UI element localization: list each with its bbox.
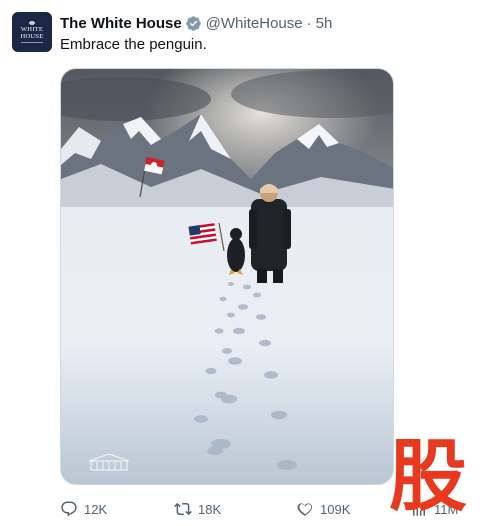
repost-icon — [174, 502, 192, 516]
reply-count: 12K — [84, 501, 108, 517]
timestamp[interactable]: 5h — [316, 15, 333, 32]
avatar[interactable]: WHITE HOUSE — [12, 12, 52, 52]
snow-scene-illustration — [61, 69, 393, 484]
handle[interactable]: @WhiteHouse — [206, 15, 303, 32]
avatar-divider — [21, 42, 43, 43]
separator: · — [306, 14, 312, 32]
avatar-text-line2: HOUSE — [20, 33, 44, 40]
repost-count: 18K — [198, 501, 222, 517]
repost-button[interactable]: 18K — [174, 500, 221, 518]
reply-icon — [61, 501, 77, 517]
reply-button[interactable]: 12K — [60, 500, 107, 518]
tweet-header: The White House @WhiteHouse · 5h — [60, 13, 332, 33]
tweet-text: Embrace the penguin. — [60, 36, 207, 53]
seal-icon — [29, 21, 35, 25]
like-button[interactable]: 109K — [296, 500, 350, 518]
verified-badge-icon[interactable] — [185, 15, 202, 32]
display-name[interactable]: The White House — [60, 15, 182, 32]
avatar-text-line1: WHITE — [20, 26, 44, 33]
heart-icon — [297, 503, 312, 516]
watermark-overlay: 股 — [388, 425, 468, 526]
like-count: 109K — [320, 501, 351, 517]
watermark-glyph: 股 — [388, 431, 467, 520]
tweet-image[interactable] — [60, 68, 394, 485]
